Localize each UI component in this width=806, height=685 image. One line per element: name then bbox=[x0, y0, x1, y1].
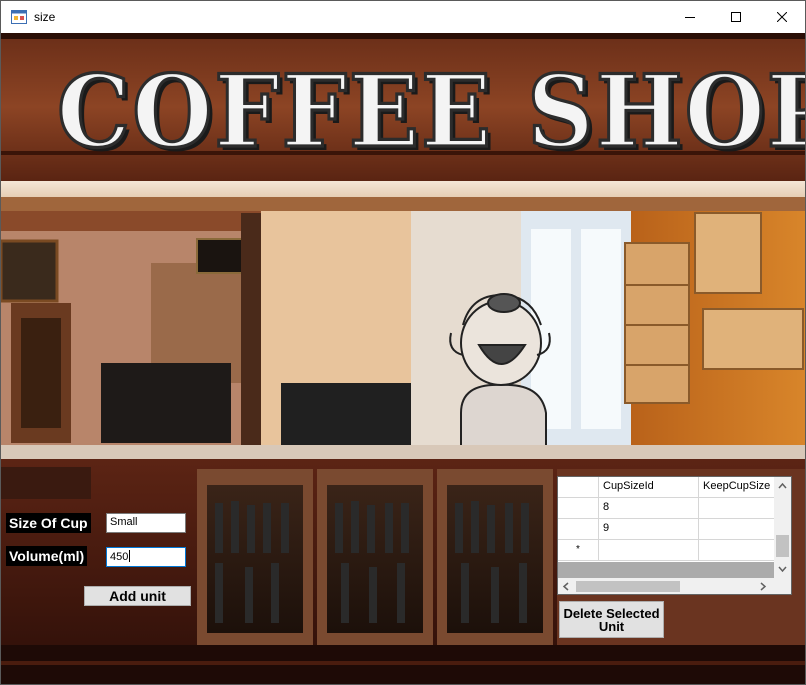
title-bar[interactable]: size bbox=[1, 1, 805, 33]
window-title: size bbox=[34, 10, 56, 24]
coffee-shop-sign: COFFEE SHOP bbox=[56, 51, 805, 171]
vertical-scrollbar[interactable] bbox=[774, 477, 791, 578]
minimize-icon bbox=[685, 17, 695, 18]
scroll-right-icon bbox=[760, 582, 767, 591]
delete-button-line2: Unit bbox=[598, 619, 625, 634]
grid-body: CupSizeId KeepCupSize 8 9 * bbox=[558, 477, 779, 562]
volume-input[interactable]: 450 bbox=[106, 547, 186, 567]
horizontal-scroll-thumb bbox=[576, 581, 680, 592]
grid-cell[interactable] bbox=[699, 498, 779, 519]
scroll-down-icon bbox=[778, 566, 787, 573]
size-of-cup-input[interactable]: Small bbox=[106, 513, 186, 533]
grid-cell-new[interactable] bbox=[699, 540, 779, 561]
scroll-up-icon bbox=[778, 482, 787, 489]
minimize-button[interactable] bbox=[667, 1, 713, 33]
app-icon bbox=[11, 10, 27, 24]
grid-corner-header[interactable] bbox=[558, 477, 599, 498]
close-button[interactable] bbox=[759, 1, 805, 33]
horizontal-scrollbar[interactable] bbox=[558, 578, 791, 594]
maximize-button[interactable] bbox=[713, 1, 759, 33]
app-window: size COFFEE SHOP Size Of Cup Small Volum… bbox=[0, 0, 806, 685]
grid-cell[interactable]: 8 bbox=[599, 498, 699, 519]
row-header[interactable] bbox=[558, 498, 599, 519]
add-unit-button[interactable]: Add unit bbox=[84, 586, 191, 606]
cup-size-grid[interactable]: CupSizeId KeepCupSize 8 9 * bbox=[557, 476, 792, 595]
scroll-left-icon bbox=[562, 582, 569, 591]
volume-label: Volume(ml) bbox=[6, 546, 88, 566]
new-row-marker[interactable]: * bbox=[558, 540, 599, 561]
text-caret bbox=[129, 550, 131, 562]
delete-selected-unit-button[interactable]: Delete Selected Unit bbox=[559, 601, 664, 638]
column-header-keepcupsize[interactable]: KeepCupSize bbox=[699, 477, 779, 498]
close-icon bbox=[777, 12, 787, 22]
size-of-cup-label: Size Of Cup bbox=[6, 513, 91, 533]
maximize-icon bbox=[731, 12, 741, 22]
vertical-scroll-thumb bbox=[776, 535, 789, 557]
column-header-cupsizeid[interactable]: CupSizeId bbox=[599, 477, 699, 498]
grid-cell-new[interactable] bbox=[599, 540, 699, 561]
grid-cell[interactable] bbox=[699, 519, 779, 540]
form-client-area: COFFEE SHOP Size Of Cup Small Volume(ml)… bbox=[1, 33, 805, 684]
grid-cell[interactable]: 9 bbox=[599, 519, 699, 540]
row-header[interactable] bbox=[558, 519, 599, 540]
volume-input-value: 450 bbox=[110, 551, 129, 563]
